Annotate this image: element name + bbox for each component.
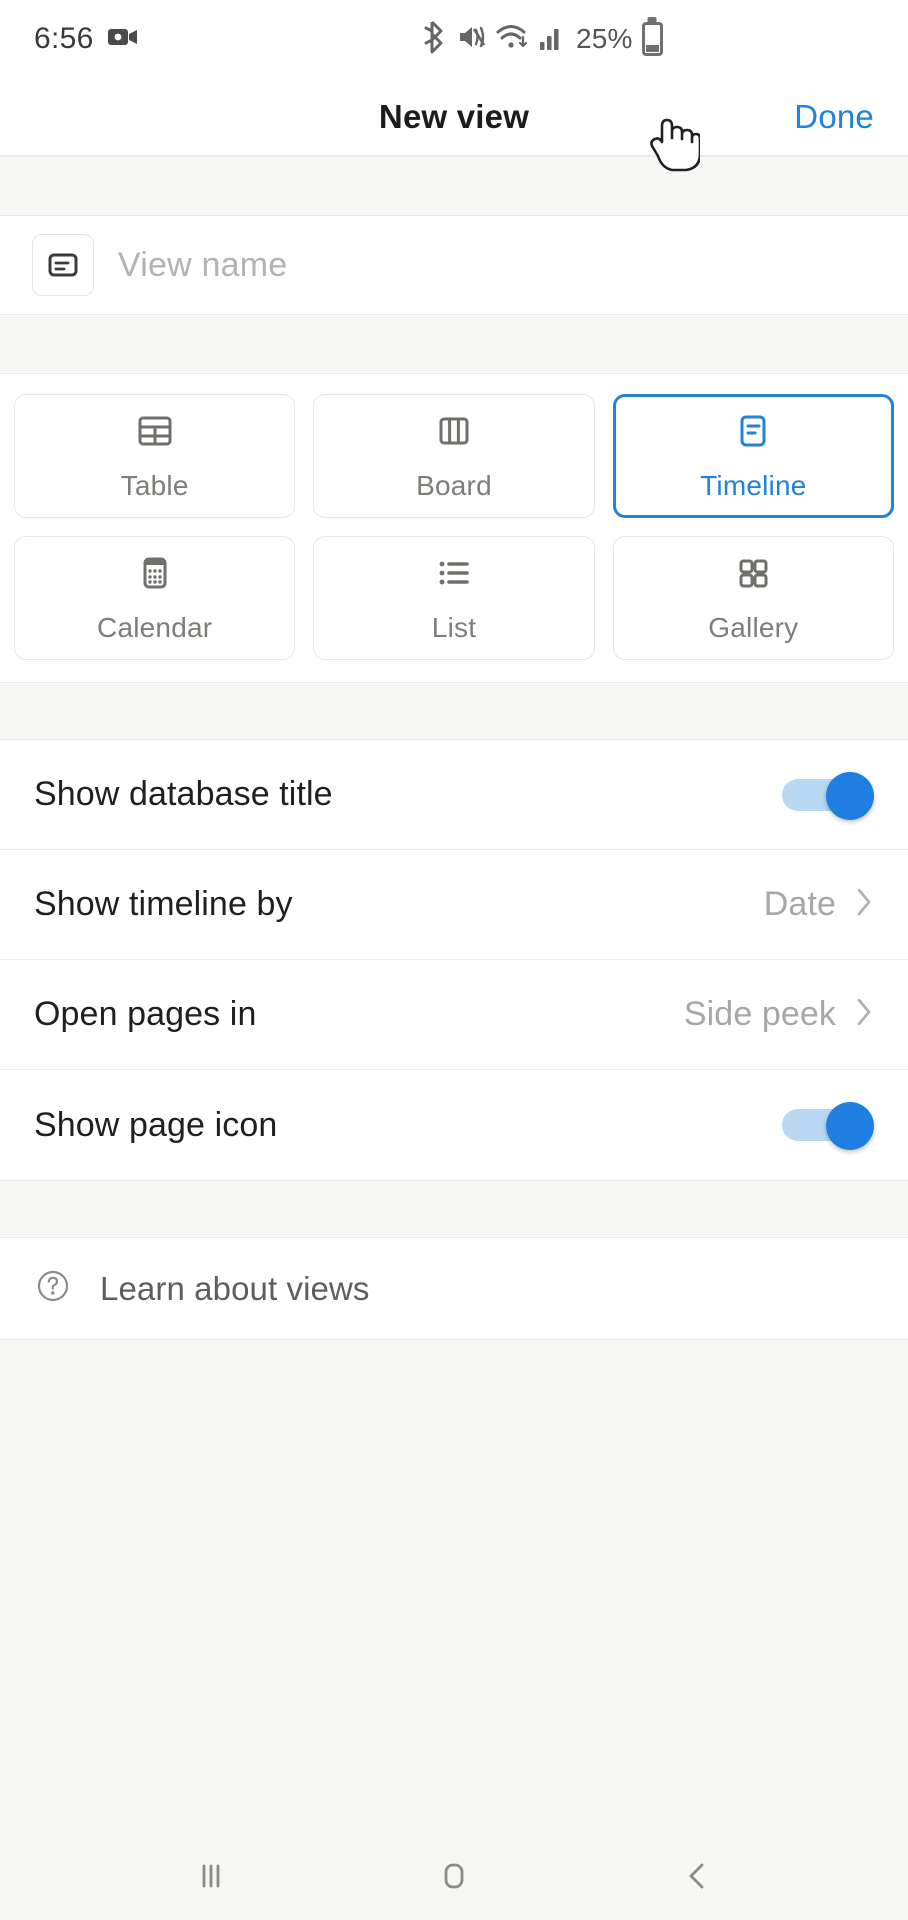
section-gap-2 [0, 314, 908, 374]
list-icon [434, 553, 474, 598]
mute-vibrate-icon [457, 22, 487, 57]
section-gap-1 [0, 156, 908, 216]
back-icon[interactable] [637, 1841, 757, 1911]
view-type-label: List [431, 611, 477, 643]
learn-about-views-label: Learn about views [100, 1269, 370, 1307]
view-type-label: Gallery [708, 611, 799, 643]
view-name-row[interactable]: View name [0, 216, 908, 314]
view-type-timeline[interactable]: Timeline [612, 394, 894, 518]
timeline-icon [733, 411, 773, 456]
gallery-icon [733, 553, 773, 598]
view-type-grid: Table Board Timeline Calendar List Galle… [0, 374, 908, 682]
setting-label: Show database title [34, 775, 333, 813]
battery-icon [641, 22, 663, 56]
app-header: New view Done [0, 78, 908, 156]
calendar-icon [135, 553, 175, 598]
bluetooth-icon [424, 20, 448, 59]
setting-show-database-title[interactable]: Show database title [0, 740, 908, 850]
setting-open-pages-in[interactable]: Open pages in Side peek [0, 960, 908, 1070]
setting-value: Date [763, 885, 836, 923]
setting-label: Show timeline by [34, 885, 293, 923]
view-type-board[interactable]: Board [313, 394, 595, 518]
setting-value: Side peek [683, 995, 836, 1033]
view-type-label: Board [416, 469, 492, 501]
battery-percent-label: 25% [576, 23, 633, 54]
setting-show-timeline-by[interactable]: Show timeline by Date [0, 850, 908, 960]
view-type-list[interactable]: List [313, 536, 595, 660]
view-type-label: Calendar [97, 611, 213, 643]
view-type-label: Table [120, 469, 189, 501]
phone-screen: 6:56 25% New view Done View name Table B… [0, 0, 908, 1920]
cellular-signal-icon [539, 23, 563, 56]
show-page-icon-toggle[interactable] [782, 1102, 874, 1150]
view-type-table[interactable]: Table [14, 394, 296, 518]
status-bar-right: 25% [424, 20, 663, 59]
status-bar-left: 6:56 [34, 22, 138, 56]
screen-record-icon [107, 26, 138, 53]
section-gap-3 [0, 682, 908, 740]
setting-show-page-icon[interactable]: Show page icon [0, 1070, 908, 1180]
done-button[interactable]: Done [794, 98, 874, 136]
status-clock: 6:56 [34, 22, 94, 55]
chevron-right-icon [854, 886, 874, 923]
view-type-calendar[interactable]: Calendar [14, 536, 296, 660]
wifi-icon [496, 23, 530, 56]
view-name-input[interactable]: View name [118, 246, 287, 285]
chevron-right-icon [854, 996, 874, 1033]
table-icon [135, 411, 175, 456]
setting-label: Show page icon [34, 1105, 278, 1144]
section-gap-4 [0, 1180, 908, 1238]
timeline-doc-icon [32, 234, 94, 296]
home-icon[interactable] [394, 1841, 514, 1911]
view-type-gallery[interactable]: Gallery [612, 536, 894, 660]
help-circle-icon [34, 1267, 72, 1310]
setting-label: Open pages in [34, 995, 257, 1033]
empty-area [0, 1340, 908, 1832]
settings-list: Show database title Show timeline by Dat… [0, 740, 908, 1180]
view-type-label: Timeline [700, 469, 807, 501]
page-title: New view [378, 97, 530, 135]
show-database-title-toggle[interactable] [782, 771, 874, 820]
recents-icon[interactable] [151, 1841, 271, 1911]
status-bar: 6:56 25% [0, 0, 908, 78]
learn-about-views-row[interactable]: Learn about views [0, 1238, 908, 1340]
android-nav-bar [0, 1832, 908, 1920]
board-icon [434, 411, 474, 456]
